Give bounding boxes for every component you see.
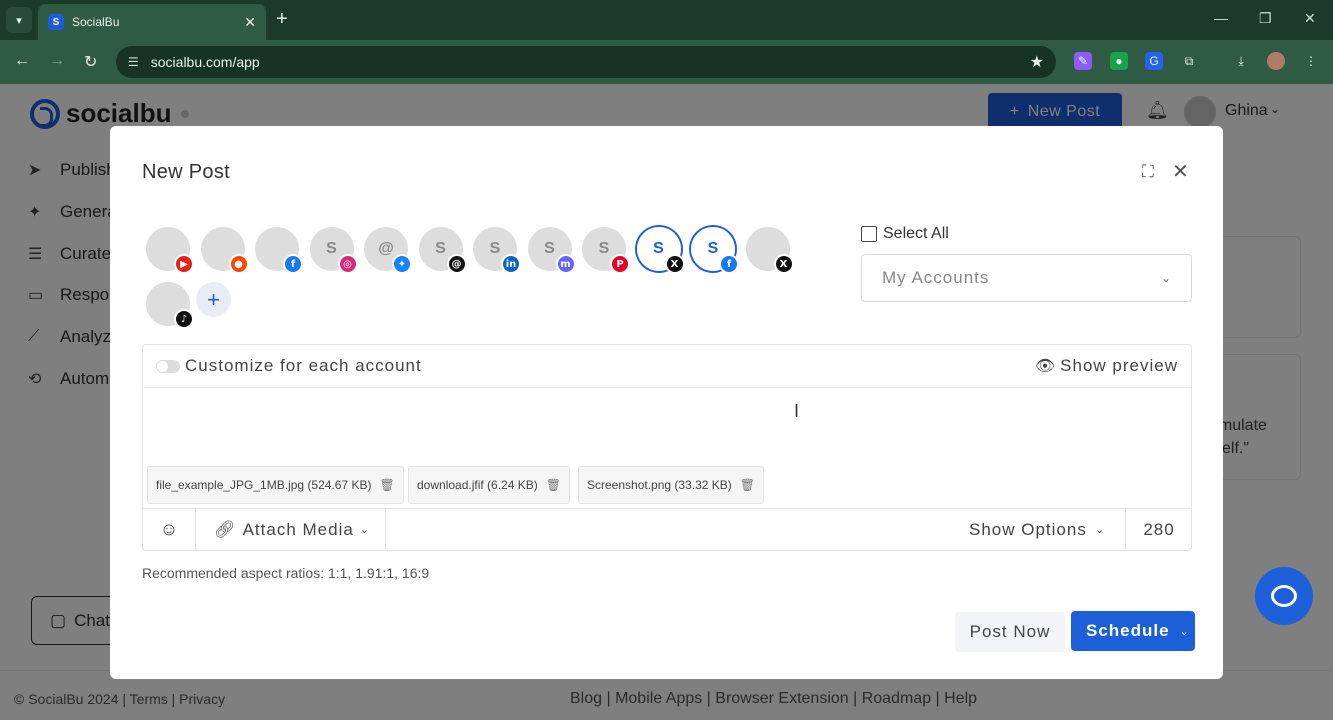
account-avatar-linkedin[interactable]: Sin bbox=[473, 227, 521, 274]
show-options-button[interactable]: Show Options ⌄ bbox=[969, 509, 1125, 550]
account-avatar-facebook[interactable]: f bbox=[255, 227, 303, 274]
trash-icon[interactable]: 🗑︎ bbox=[546, 478, 561, 492]
trash-icon[interactable]: 🗑︎ bbox=[740, 478, 755, 492]
eye-icon: 👁︎ bbox=[1034, 358, 1057, 375]
file-name: file_example_JPG_1MB.jpg (524.67 KB) bbox=[156, 478, 372, 492]
bookmark-star-icon[interactable]: ★ bbox=[1030, 52, 1044, 72]
mastodon-icon: m bbox=[555, 254, 576, 274]
post-editor: Customize for each account 👁︎ Show previ… bbox=[142, 344, 1192, 551]
schedule-button[interactable]: Schedule ⌄ bbox=[1071, 611, 1195, 651]
bluesky-icon: ✦ bbox=[392, 254, 412, 274]
browser-toolbar: ← → ↻ ☰ socialbu.com/app ★ bbox=[0, 40, 1333, 84]
customize-toggle[interactable] bbox=[156, 360, 180, 373]
linkedin-icon: in bbox=[501, 254, 521, 274]
x-icon: X bbox=[664, 254, 685, 274]
checkbox[interactable] bbox=[861, 226, 877, 242]
plus-icon: + bbox=[207, 286, 220, 312]
accounts-dropdown-placeholder: My Accounts bbox=[882, 268, 990, 287]
add-account-button[interactable]: + bbox=[196, 282, 231, 317]
tab-close-icon[interactable]: ✕ bbox=[244, 14, 256, 31]
help-chat-button[interactable] bbox=[1255, 567, 1313, 625]
facebook-icon: f bbox=[719, 254, 739, 274]
schedule-label: Schedule bbox=[1086, 621, 1170, 640]
account-avatar-bluesky[interactable]: @ ✦ bbox=[364, 227, 412, 274]
account-avatar-reddit[interactable]: ● bbox=[200, 227, 249, 274]
tab-search-chevron-icon[interactable]: ▾ bbox=[6, 7, 32, 33]
account-avatar-pinterest[interactable]: SP bbox=[582, 227, 630, 274]
account-avatar-mastodon[interactable]: Sm bbox=[527, 227, 576, 274]
link-icon: 🔗︎ bbox=[214, 519, 237, 539]
browser-tabstrip: ▾ S SocialBu ✕ + — ❐ ✕ bbox=[0, 0, 1333, 40]
chevron-down-icon: ⌄ bbox=[1160, 271, 1171, 285]
chevron-down-icon: ⌄ bbox=[1094, 524, 1106, 536]
new-post-modal: New Post ⛶ ✕ ▶ ● f S ◎ @ ✦ S @ Sin Sm S P S X Sf X ♪ + Se… bbox=[110, 126, 1223, 679]
minimize-icon[interactable]: — bbox=[1214, 10, 1228, 26]
file-name: Screenshot.png (33.32 KB) bbox=[587, 478, 732, 492]
account-avatar-facebook[interactable]: Sf bbox=[691, 227, 739, 274]
url-text: socialbu.com/app bbox=[150, 54, 260, 70]
customize-label[interactable]: Customize for each account bbox=[185, 356, 422, 376]
account-avatar-threads[interactable]: S @ bbox=[418, 227, 467, 274]
address-bar[interactable]: ☰ socialbu.com/app ★ bbox=[116, 46, 1056, 78]
account-avatar-youtube[interactable]: ▶ bbox=[146, 227, 194, 274]
show-preview-label: Show preview bbox=[1060, 356, 1178, 375]
restore-icon[interactable]: ❐ bbox=[1259, 10, 1272, 27]
threads-icon: @ bbox=[446, 254, 467, 274]
profile-avatar-icon[interactable] bbox=[1267, 52, 1285, 70]
chat-bubble-icon bbox=[1271, 585, 1297, 607]
chevron-down-icon: ⌄ bbox=[359, 524, 371, 536]
window-close-icon[interactable]: ✕ bbox=[1304, 10, 1316, 27]
extension-grammar-icon[interactable]: ● bbox=[1110, 52, 1128, 70]
editor-footer: ☺ 🔗︎ Attach Media ⌄ Show Options ⌄ 280 bbox=[143, 508, 1191, 550]
attached-file-chip[interactable]: file_example_JPG_1MB.jpg (524.67 KB) 🗑︎ bbox=[147, 466, 404, 504]
reddit-icon: ● bbox=[228, 254, 249, 274]
character-count: 280 bbox=[1125, 509, 1192, 550]
attach-media-label: Attach Media bbox=[242, 519, 354, 539]
select-all-label: Select All bbox=[883, 225, 949, 242]
accounts-dropdown[interactable]: My Accounts ⌄ bbox=[861, 254, 1192, 302]
browser-tab[interactable]: S SocialBu ✕ bbox=[38, 4, 266, 40]
reload-icon[interactable]: ↻ bbox=[84, 52, 97, 72]
account-avatar-x[interactable]: X bbox=[745, 227, 794, 274]
modal-title: New Post bbox=[142, 161, 230, 183]
x-icon: X bbox=[773, 254, 794, 274]
chevron-down-icon[interactable]: ⌄ bbox=[1180, 625, 1190, 638]
aspect-ratio-note: Recommended aspect ratios: 1:1, 1.91:1, … bbox=[142, 565, 430, 581]
fullscreen-icon[interactable]: ⛶ bbox=[1142, 162, 1154, 182]
show-preview-button[interactable]: 👁︎ Show preview bbox=[1035, 356, 1178, 376]
account-avatar-instagram[interactable]: S ◎ bbox=[309, 227, 358, 274]
site-settings-icon[interactable]: ☰ bbox=[128, 55, 139, 69]
browser-menu-icon[interactable]: ⋮ bbox=[1302, 52, 1320, 70]
facebook-icon: f bbox=[283, 254, 303, 274]
extensions-puzzle-icon[interactable]: ⧉ bbox=[1180, 52, 1198, 70]
instagram-icon: ◎ bbox=[337, 254, 358, 274]
post-text-area[interactable] bbox=[143, 388, 1191, 464]
select-all-checkbox[interactable]: Select All bbox=[861, 225, 949, 243]
youtube-icon: ▶ bbox=[174, 254, 194, 274]
socialbu-favicon-icon: S bbox=[48, 14, 64, 30]
download-icon[interactable]: ⤓ bbox=[1232, 52, 1250, 70]
show-options-label: Show Options bbox=[969, 519, 1087, 539]
forward-icon[interactable]: → bbox=[49, 52, 65, 70]
account-avatar-tiktok[interactable]: ♪ bbox=[146, 282, 194, 329]
trash-icon[interactable]: 🗑︎ bbox=[379, 478, 394, 492]
new-tab-icon[interactable]: + bbox=[276, 8, 288, 31]
emoji-icon[interactable]: ☺ bbox=[143, 509, 196, 550]
attach-media-button[interactable]: 🔗︎ Attach Media ⌄ bbox=[196, 509, 386, 550]
extension-pen-icon[interactable]: ✎ bbox=[1074, 52, 1092, 70]
pinterest-icon: P bbox=[610, 254, 630, 274]
account-avatar-x[interactable]: SX bbox=[636, 227, 685, 274]
close-icon[interactable]: ✕ bbox=[1172, 159, 1189, 184]
attached-file-chip[interactable]: download.jfif (6.24 KB) 🗑︎ bbox=[408, 466, 570, 504]
tab-title: SocialBu bbox=[72, 15, 120, 29]
back-icon[interactable]: ← bbox=[14, 52, 30, 70]
tiktok-icon: ♪ bbox=[174, 309, 194, 329]
editor-header: Customize for each account 👁︎ Show previ… bbox=[143, 345, 1191, 388]
post-now-button[interactable]: Post Now bbox=[955, 612, 1065, 652]
attached-file-chip[interactable]: Screenshot.png (33.32 KB) 🗑︎ bbox=[578, 466, 764, 504]
translate-icon[interactable]: G bbox=[1145, 52, 1163, 70]
file-name: download.jfif (6.24 KB) bbox=[417, 478, 538, 492]
